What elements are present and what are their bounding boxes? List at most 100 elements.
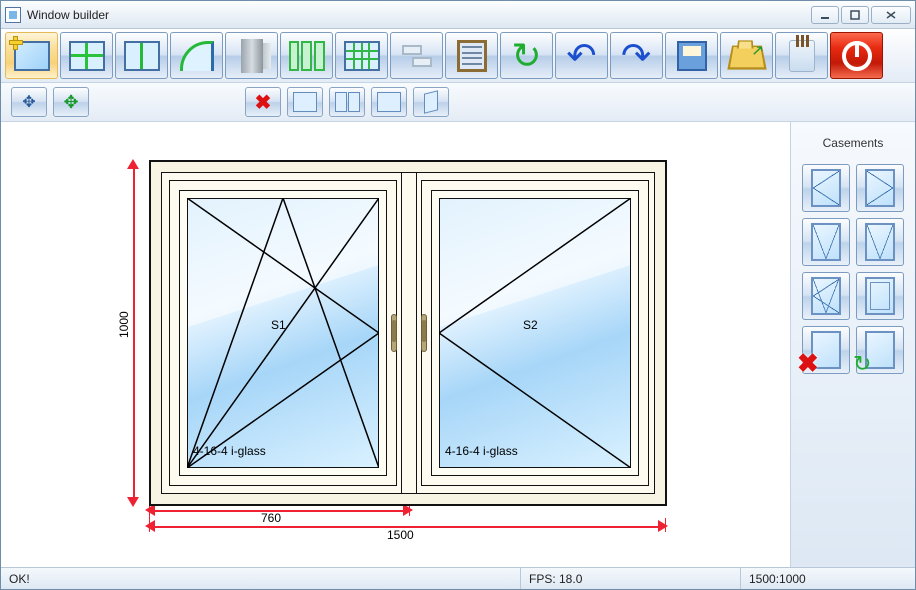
x-icon: ✖ bbox=[797, 348, 819, 379]
refresh-button[interactable]: ↻ bbox=[500, 32, 553, 79]
split-vertical-button[interactable] bbox=[115, 32, 168, 79]
undo-button[interactable]: ↶ bbox=[555, 32, 608, 79]
grid-muntins-button[interactable] bbox=[335, 32, 388, 79]
app-icon bbox=[5, 7, 21, 23]
delete-button[interactable]: ✖ bbox=[245, 87, 281, 117]
crosshair-icon: ✥ bbox=[22, 92, 35, 112]
redo-button[interactable]: ↶ bbox=[610, 32, 663, 79]
glass-left-spec: 4-16-4 i-glass bbox=[193, 444, 266, 458]
profile-button[interactable] bbox=[225, 32, 278, 79]
undo-icon: ↶ bbox=[566, 38, 596, 74]
split-horizontal-icon bbox=[69, 41, 105, 71]
dim-arrow-up bbox=[127, 159, 139, 169]
dim-total-arrow-l bbox=[145, 520, 155, 532]
window-title: Window builder bbox=[27, 8, 109, 22]
corner-join-button[interactable] bbox=[390, 32, 443, 79]
split-horizontal-button[interactable] bbox=[60, 32, 113, 79]
delete-icon: ✖ bbox=[255, 90, 272, 115]
move-icon: ✥ bbox=[63, 92, 78, 113]
titlebar: Window builder bbox=[1, 1, 915, 29]
dim-total-arrow-r bbox=[658, 520, 668, 532]
minimize-icon bbox=[820, 10, 830, 20]
corner-join-icon bbox=[402, 41, 432, 71]
glass-right[interactable] bbox=[439, 198, 631, 468]
casement-open-left-button[interactable] bbox=[802, 164, 850, 212]
dim-arrow-down bbox=[127, 497, 139, 507]
move-free-button[interactable]: ✥ bbox=[53, 87, 89, 117]
properties-list-icon bbox=[457, 40, 487, 72]
side-panel-title: Casements bbox=[823, 128, 884, 164]
grid-muntins-icon bbox=[344, 41, 380, 71]
zoom-icon bbox=[377, 92, 401, 112]
styles-button[interactable] bbox=[775, 32, 828, 79]
maximize-icon bbox=[850, 10, 860, 20]
casement-open-left-icon bbox=[811, 169, 841, 207]
save-button[interactable] bbox=[665, 32, 718, 79]
status-text: OK! bbox=[1, 568, 521, 589]
multi-door-icon bbox=[289, 41, 325, 71]
casement-tilt-2-button[interactable] bbox=[856, 218, 904, 266]
glass-right-spec: 4-16-4 i-glass bbox=[445, 444, 518, 458]
new-window-icon bbox=[14, 41, 50, 71]
casement-tilt-turn-button[interactable] bbox=[802, 272, 850, 320]
redo-icon: ↶ bbox=[621, 38, 651, 74]
arc-shape-button[interactable] bbox=[170, 32, 223, 79]
casement-tilt-1-button[interactable] bbox=[802, 218, 850, 266]
status-fps: FPS: 18.0 bbox=[521, 568, 741, 589]
align-icon bbox=[335, 92, 347, 112]
close-button[interactable] bbox=[871, 6, 911, 24]
casement-open-right-icon bbox=[865, 169, 895, 207]
brush-icon bbox=[789, 40, 815, 72]
casement-fixed-icon bbox=[865, 277, 895, 315]
open-button[interactable]: ↗ bbox=[720, 32, 773, 79]
workspace: 1000 1500 760 bbox=[1, 122, 915, 567]
split-vertical-icon bbox=[124, 41, 160, 71]
multi-door-button[interactable] bbox=[280, 32, 333, 79]
profile-icon bbox=[241, 39, 263, 73]
measure-move-button[interactable]: ✥ bbox=[11, 87, 47, 117]
glass-left[interactable] bbox=[187, 198, 379, 468]
maximize-button[interactable] bbox=[841, 6, 869, 24]
casement-open-right-button[interactable] bbox=[856, 164, 904, 212]
sash-left-label: S1 bbox=[271, 318, 286, 332]
save-icon bbox=[677, 41, 707, 71]
secondary-toolbar: ✥ ✥ ✖ bbox=[1, 83, 915, 122]
open-icon: ↗ bbox=[727, 45, 766, 69]
casement-grid: ✖ ↻ bbox=[802, 164, 904, 374]
statusbar: OK! FPS: 18.0 1500:1000 bbox=[1, 567, 915, 589]
power-button[interactable] bbox=[830, 32, 883, 79]
dim-total-label: 1500 bbox=[387, 528, 414, 542]
mirror-button[interactable] bbox=[413, 87, 449, 117]
new-window-button[interactable] bbox=[5, 32, 58, 79]
align-windows-button[interactable] bbox=[329, 87, 365, 117]
handle-right[interactable] bbox=[421, 314, 427, 352]
casement-tilt-turn-icon bbox=[811, 277, 841, 315]
casement-reset-button[interactable]: ↻ bbox=[856, 326, 904, 374]
casement-remove-button[interactable]: ✖ bbox=[802, 326, 850, 374]
mirror-icon bbox=[424, 90, 438, 113]
handle-left[interactable] bbox=[391, 314, 397, 352]
close-icon bbox=[885, 10, 897, 20]
dim-height-label: 1000 bbox=[117, 311, 131, 338]
zoom-area-button[interactable] bbox=[371, 87, 407, 117]
reset-icon: ↻ bbox=[853, 351, 871, 377]
status-dims: 1500:1000 bbox=[741, 568, 915, 589]
app-window: Window builder ↻ ↶ ↶ ↗ ✥ ✥ bbox=[0, 0, 916, 590]
dim-left-label: 760 bbox=[261, 511, 281, 525]
refresh-icon: ↻ bbox=[511, 38, 541, 74]
side-panel: Casements ✖ ↻ bbox=[791, 122, 915, 567]
dimension-edit-button[interactable] bbox=[287, 87, 323, 117]
casement-fixed-button[interactable] bbox=[856, 272, 904, 320]
arc-shape-icon bbox=[180, 41, 214, 71]
mullion[interactable] bbox=[401, 172, 417, 494]
canvas[interactable]: 1000 1500 760 bbox=[1, 122, 791, 567]
drawing: 1000 1500 760 bbox=[17, 138, 774, 547]
sash-right-label: S2 bbox=[523, 318, 538, 332]
minimize-button[interactable] bbox=[811, 6, 839, 24]
dim-height-line bbox=[133, 163, 135, 503]
properties-list-button[interactable] bbox=[445, 32, 498, 79]
casement-tilt-1-icon bbox=[811, 223, 841, 261]
casement-tilt-2-icon bbox=[865, 223, 895, 261]
main-toolbar: ↻ ↶ ↶ ↗ bbox=[1, 29, 915, 83]
dimension-icon bbox=[293, 92, 317, 112]
